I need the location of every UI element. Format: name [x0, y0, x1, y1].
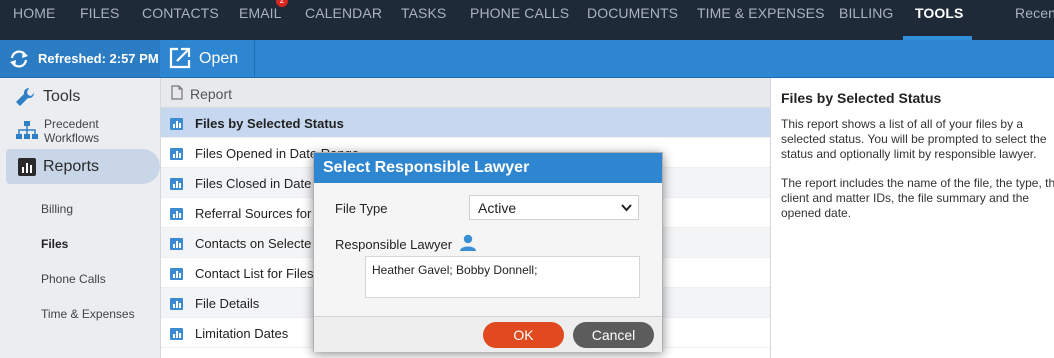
report-row-label: File Details	[195, 296, 260, 311]
report-chart-icon	[170, 328, 183, 340]
report-row-label: Contacts on Selecte	[195, 236, 312, 251]
file-type-value: Active	[478, 200, 517, 216]
workflow-icon	[16, 121, 38, 139]
report-row-label: Referral Sources for	[195, 206, 312, 221]
person-picker-icon[interactable]	[459, 234, 477, 251]
precedent-label-line2: Workflows	[44, 131, 100, 145]
report-column-header: Report	[190, 86, 233, 102]
open-label: Open	[199, 50, 239, 67]
precedent-label-line1: Precedent	[44, 117, 99, 131]
report-description-panel: Files by Selected Status This report sho…	[770, 78, 1054, 358]
open-button[interactable]: Open	[160, 40, 255, 77]
document-icon	[171, 85, 183, 100]
responsible-lawyer-label: Responsible Lawyer	[335, 237, 453, 252]
nav-time-expenses[interactable]: TIME & EXPENSES	[697, 0, 825, 40]
refresh-icon	[10, 50, 28, 68]
report-row[interactable]: Files by Selected Status	[161, 108, 770, 138]
refreshed-time-label: Refreshed: 2:57 PM	[38, 51, 159, 66]
nav-tools[interactable]: TOOLS	[915, 0, 963, 40]
sidebar-reports-label: Reports	[43, 158, 100, 175]
description-paragraph: This report shows a list of all of your …	[781, 117, 1047, 161]
report-chart-icon	[170, 238, 183, 250]
sidebar-tools-label: Tools	[43, 88, 81, 105]
sidebar-item-reports[interactable]: Reports	[6, 149, 160, 184]
description-title: Files by Selected Status	[781, 90, 942, 106]
nav-email[interactable]: EMAIL	[239, 0, 282, 40]
nav-recent[interactable]: Recen	[1015, 0, 1054, 40]
dialog-title: Select Responsible Lawyer	[314, 153, 662, 183]
report-chart-icon	[170, 208, 183, 220]
report-row-label: Contact List for Files	[195, 266, 314, 281]
sidebar-item-precedent-workflows[interactable]: Precedent Workflows	[14, 117, 154, 145]
dialog-footer: OK Cancel	[314, 316, 662, 352]
report-row-label: Files by Selected Status	[195, 116, 344, 131]
file-type-select[interactable]: Active	[469, 195, 639, 220]
report-list-header: Report	[161, 78, 770, 108]
report-chart-icon	[170, 178, 183, 190]
top-navigation: HOME FILES CONTACTS EMAIL 2 CALENDAR TAS…	[0, 0, 1054, 40]
file-type-label: File Type	[335, 201, 388, 216]
sidebar: Tools Precedent Workflows Reports Billin…	[0, 78, 161, 358]
report-chart-icon	[170, 268, 183, 280]
description-paragraph: The report includes the name of the file…	[781, 176, 1054, 220]
sidebar-sub-files[interactable]: Files	[41, 237, 68, 251]
nav-billing[interactable]: BILLING	[839, 0, 893, 40]
sidebar-sub-phone-calls[interactable]: Phone Calls	[41, 272, 106, 286]
bar-chart-icon	[18, 158, 36, 176]
nav-tasks[interactable]: TASKS	[401, 0, 446, 40]
toolbar: Refreshed: 2:57 PM Open	[0, 40, 1054, 78]
toolbar-divider	[254, 40, 255, 77]
report-row-label: Files Closed in Date	[195, 176, 312, 191]
nav-contacts[interactable]: CONTACTS	[142, 0, 219, 40]
nav-phone-calls[interactable]: PHONE CALLS	[470, 0, 569, 40]
email-count-badge: 2	[276, 0, 288, 7]
responsible-lawyer-field[interactable]: Heather Gavel; Bobby Donnell;	[365, 256, 640, 298]
report-chart-icon	[170, 298, 183, 310]
cancel-button[interactable]: Cancel	[573, 322, 654, 348]
report-chart-icon	[170, 118, 183, 130]
nav-calendar[interactable]: CALENDAR	[305, 0, 382, 40]
report-row-label: Limitation Dates	[195, 326, 289, 341]
chevron-down-icon	[621, 204, 632, 212]
select-responsible-lawyer-dialog: Select Responsible Lawyer File Type Acti…	[313, 152, 663, 352]
sidebar-sub-billing[interactable]: Billing	[41, 202, 73, 216]
refresh-button[interactable]: Refreshed: 2:57 PM	[0, 40, 160, 77]
nav-documents[interactable]: DOCUMENTS	[587, 0, 678, 40]
open-external-icon	[169, 47, 191, 69]
ok-button[interactable]: OK	[483, 322, 564, 348]
sidebar-sub-time-expenses[interactable]: Time & Expenses	[41, 307, 135, 321]
wrench-icon	[16, 87, 35, 106]
report-chart-icon	[170, 148, 183, 160]
nav-files[interactable]: FILES	[80, 0, 119, 40]
nav-home[interactable]: HOME	[13, 0, 55, 40]
